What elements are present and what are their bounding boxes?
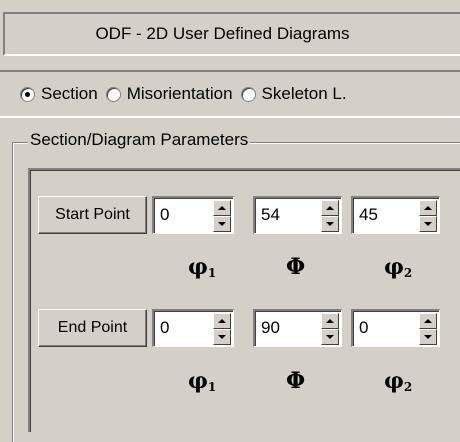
- start-Phi-glyph: Φ: [286, 254, 306, 280]
- end-Phi-glyph: Φ: [286, 368, 306, 394]
- start-phi1-up-arrow-icon[interactable]: [213, 200, 231, 216]
- end-phi1-subscript: 1: [207, 380, 217, 394]
- radio-section[interactable]: Section: [20, 84, 98, 104]
- start-Phi-value[interactable]: 54: [261, 205, 280, 225]
- start-Phi-down-arrow-icon[interactable]: [321, 216, 339, 232]
- end-phi1-glyph: φ: [188, 368, 208, 394]
- start-phi1-down-arrow-icon[interactable]: [213, 216, 231, 232]
- end-phi2-glyph: φ: [384, 368, 404, 394]
- end-point-button[interactable]: End Point: [38, 309, 147, 347]
- radio-section-indicator[interactable]: [20, 86, 35, 102]
- start-phi1-value[interactable]: 0: [160, 205, 169, 225]
- end-Phi-down-arrow-icon[interactable]: [321, 329, 339, 345]
- start-phi1-glyph: φ: [188, 254, 208, 280]
- mode-radio-group: Section Misorientation Skeleton L.: [0, 70, 460, 118]
- radio-misorientation[interactable]: Misorientation: [105, 84, 233, 104]
- end-Phi-symbol: Φ: [286, 370, 305, 392]
- radio-skeleton-indicator[interactable]: [240, 86, 256, 102]
- end-phi1-symbol: φ1: [188, 370, 216, 398]
- parameters-group-title: Section/Diagram Parameters: [28, 130, 251, 150]
- start-phi2-down-arrow-icon[interactable]: [419, 216, 437, 232]
- start-phi2-spinbox[interactable]: 45: [351, 196, 440, 234]
- start-phi2-glyph: φ: [384, 254, 404, 280]
- radio-skeleton[interactable]: Skeleton L.: [240, 84, 347, 104]
- end-phi2-spinbox[interactable]: 0: [351, 309, 440, 347]
- diagram-title: ODF - 2D User Defined Diagrams: [95, 24, 350, 43]
- end-phi1-value[interactable]: 0: [160, 318, 169, 338]
- radio-skeleton-label[interactable]: Skeleton L.: [262, 84, 347, 104]
- start-point-button-label: Start Point: [55, 206, 130, 223]
- radio-misorientation-indicator[interactable]: [105, 86, 121, 102]
- start-phi1-spinbox[interactable]: 0: [152, 196, 234, 234]
- diagram-title-panel: ODF - 2D User Defined Diagrams: [3, 12, 460, 56]
- start-phi1-subscript: 1: [207, 266, 217, 280]
- end-phi1-down-arrow-icon[interactable]: [213, 329, 231, 345]
- end-phi2-subscript: 2: [403, 380, 413, 394]
- end-phi1-up-arrow-icon[interactable]: [213, 313, 231, 329]
- start-Phi-up-arrow-icon[interactable]: [321, 200, 339, 216]
- end-phi2-value[interactable]: 0: [359, 318, 368, 338]
- start-phi2-value[interactable]: 45: [359, 205, 378, 225]
- end-point-button-label: End Point: [57, 319, 128, 336]
- end-Phi-value[interactable]: 90: [261, 318, 280, 338]
- start-point-button[interactable]: Start Point: [38, 196, 147, 234]
- end-phi2-symbol: φ2: [384, 370, 412, 398]
- end-phi2-up-arrow-icon[interactable]: [419, 313, 437, 329]
- start-phi2-subscript: 2: [403, 266, 413, 280]
- start-Phi-spinbox[interactable]: 54: [253, 196, 342, 234]
- start-phi2-symbol: φ2: [384, 256, 412, 284]
- radio-misorientation-label[interactable]: Misorientation: [127, 84, 233, 104]
- radio-section-label[interactable]: Section: [41, 84, 98, 104]
- end-phi1-spinbox[interactable]: 0: [152, 309, 234, 347]
- end-Phi-spinbox[interactable]: 90: [253, 309, 342, 347]
- start-phi2-up-arrow-icon[interactable]: [419, 200, 437, 216]
- end-Phi-up-arrow-icon[interactable]: [321, 313, 339, 329]
- start-Phi-symbol: Φ: [286, 256, 305, 278]
- start-phi1-symbol: φ1: [188, 256, 216, 284]
- end-phi2-down-arrow-icon[interactable]: [419, 329, 437, 345]
